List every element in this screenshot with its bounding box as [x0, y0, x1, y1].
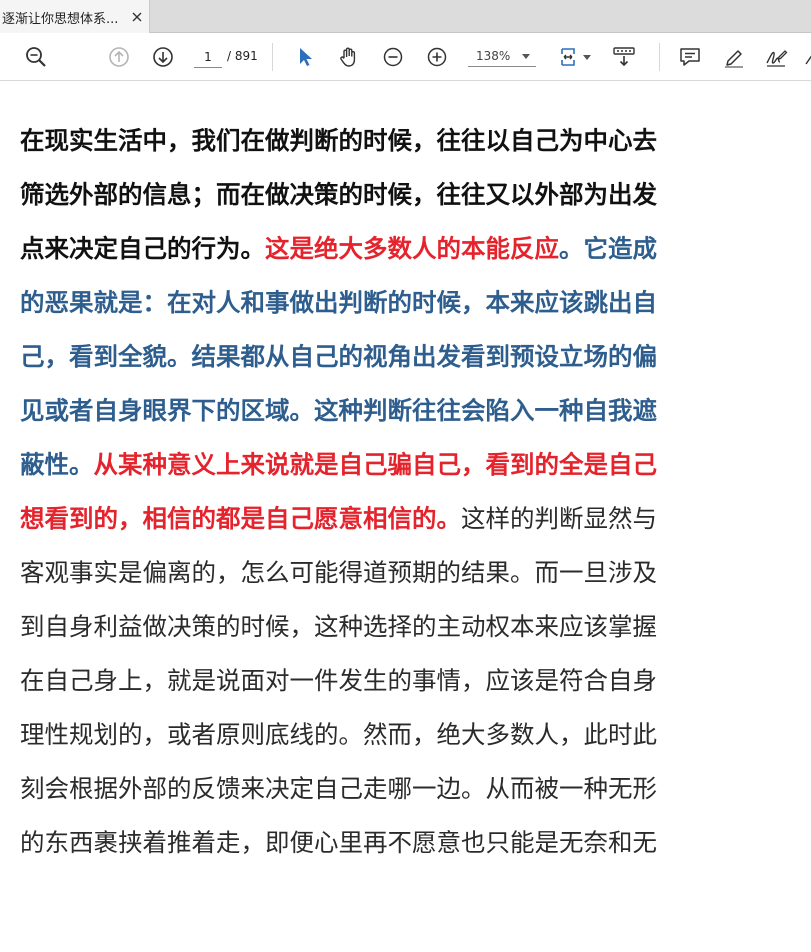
text-segment-blue-bold: 蔽性。	[20, 450, 94, 479]
text-line: 的东西裹挟着推着走，即便心里再不愿意也只能是无奈和无	[20, 816, 657, 870]
text-segment-black-bold: 点来决定自己的行为。	[20, 234, 265, 263]
text-line: 想看到的，相信的都是自己愿意相信的。这样的判断显然与	[20, 492, 657, 546]
highlight-pen-icon[interactable]	[722, 45, 746, 69]
text-segment-red-bold: 想看到的，相信的都是自己愿意相信的。	[20, 504, 461, 533]
document-page: 在现实生活中，我们在做判断的时候，往往以自己为中心去 筛选外部的信息；而在做决策的…	[0, 81, 811, 952]
text-segment-red-bold: 从某种意义上来说就是自己骗自己，看到的全是自己	[93, 450, 658, 479]
text-line: 蔽性。从某种意义上来说就是自己骗自己，看到的全是自己	[20, 438, 657, 492]
select-cursor-icon[interactable]	[293, 45, 317, 69]
text-segment-black-bold: 在现实生活中，我们在做判断的时候，往往以自己为中心去	[20, 126, 657, 155]
comment-icon[interactable]	[678, 45, 702, 69]
text-segment-black-bold: 筛选外部的信息；而在做决策的时候，往往又以外部为出发	[20, 180, 657, 209]
text-line: 见或者自身眼界下的区域。这种判断往往会陷入一种自我遮	[20, 384, 657, 438]
text-segment-normal: 在自己身上，就是说面对一件发生的事情，应该是符合自身	[20, 666, 657, 695]
text-line: 在自己身上，就是说面对一件发生的事情，应该是符合自身	[20, 654, 657, 708]
fit-page-icon[interactable]	[556, 45, 580, 69]
text-line: 到自身利益做决策的时候，这种选择的主动权本来应该掌握	[20, 600, 657, 654]
text-line: 的恶果就是：在对人和事做出判断的时候，本来应该跳出自	[20, 276, 657, 330]
text-segment-normal: 刻会根据外部的反馈来决定自己走哪一边。从而被一种无形	[20, 774, 657, 803]
toolbar: / 891 138%	[0, 33, 811, 81]
text-segment-blue-bold: 己，看到全貌。结果都从自己的视角出发看到预设立场的偏	[20, 342, 657, 371]
close-tab-icon[interactable]	[131, 8, 143, 22]
zoom-level-value: 138%	[476, 49, 511, 63]
page-number-input[interactable]	[194, 47, 222, 68]
text-segment-normal: 的东西裹挟着推着走，即便心里再不愿意也只能是无奈和无	[20, 828, 657, 857]
toolbar-divider	[659, 43, 660, 71]
toolbar-divider	[272, 43, 273, 71]
prev-page-icon[interactable]	[107, 45, 131, 69]
page-total-label: / 891	[227, 49, 258, 63]
more-tools-icon[interactable]	[803, 47, 811, 67]
text-line: 在现实生活中，我们在做判断的时候，往往以自己为中心去	[20, 114, 657, 168]
text-segment-normal: 客观事实是偏离的，怎么可能得道预期的结果。而一旦涉及	[20, 558, 657, 587]
text-line: 客观事实是偏离的，怎么可能得道预期的结果。而一旦涉及	[20, 546, 657, 600]
zoom-minus-icon[interactable]	[381, 45, 405, 69]
text-segment-blue-bold: 。它造成	[559, 234, 657, 263]
text-line: 理性规划的，或者原则底线的。然而，绝大多数人，此时此	[20, 708, 657, 762]
text-segment-normal: 这样的判断显然与	[461, 504, 657, 533]
document-tab-title: 逐渐让你思想体系...	[2, 12, 119, 27]
text-line: 己，看到全貌。结果都从自己的视角出发看到预设立场的偏	[20, 330, 657, 384]
tab-bar: 逐渐让你思想体系...	[0, 0, 811, 33]
scroll-mode-icon[interactable]	[612, 45, 636, 69]
text-segment-normal: 到自身利益做决策的时候，这种选择的主动权本来应该掌握	[20, 612, 657, 641]
text-line: 点来决定自己的行为。这是绝大多数人的本能反应。它造成	[20, 222, 657, 276]
text-segment-blue-bold: 见或者自身眼界下的区域。这种判断往往会陷入一种自我遮	[20, 396, 657, 425]
document-tab[interactable]: 逐渐让你思想体系...	[0, 0, 150, 33]
fit-page-chevron-down-icon[interactable]	[583, 55, 591, 60]
next-page-icon[interactable]	[151, 45, 175, 69]
text-segment-blue-bold: 的恶果就是：在对人和事做出判断的时候，本来应该跳出自	[20, 288, 657, 317]
chevron-down-icon	[522, 54, 530, 59]
sign-icon[interactable]	[764, 45, 788, 69]
zoom-out-magnifier-icon[interactable]	[24, 45, 48, 69]
text-line: 刻会根据外部的反馈来决定自己走哪一边。从而被一种无形	[20, 762, 657, 816]
hand-tool-icon[interactable]	[337, 45, 361, 69]
text-segment-normal: 理性规划的，或者原则底线的。然而，绝大多数人，此时此	[20, 720, 657, 749]
zoom-plus-icon[interactable]	[425, 45, 449, 69]
text-line: 筛选外部的信息；而在做决策的时候，往往又以外部为出发	[20, 168, 657, 222]
zoom-level-select[interactable]: 138%	[468, 47, 536, 67]
text-segment-red-bold: 这是绝大多数人的本能反应	[265, 234, 559, 263]
